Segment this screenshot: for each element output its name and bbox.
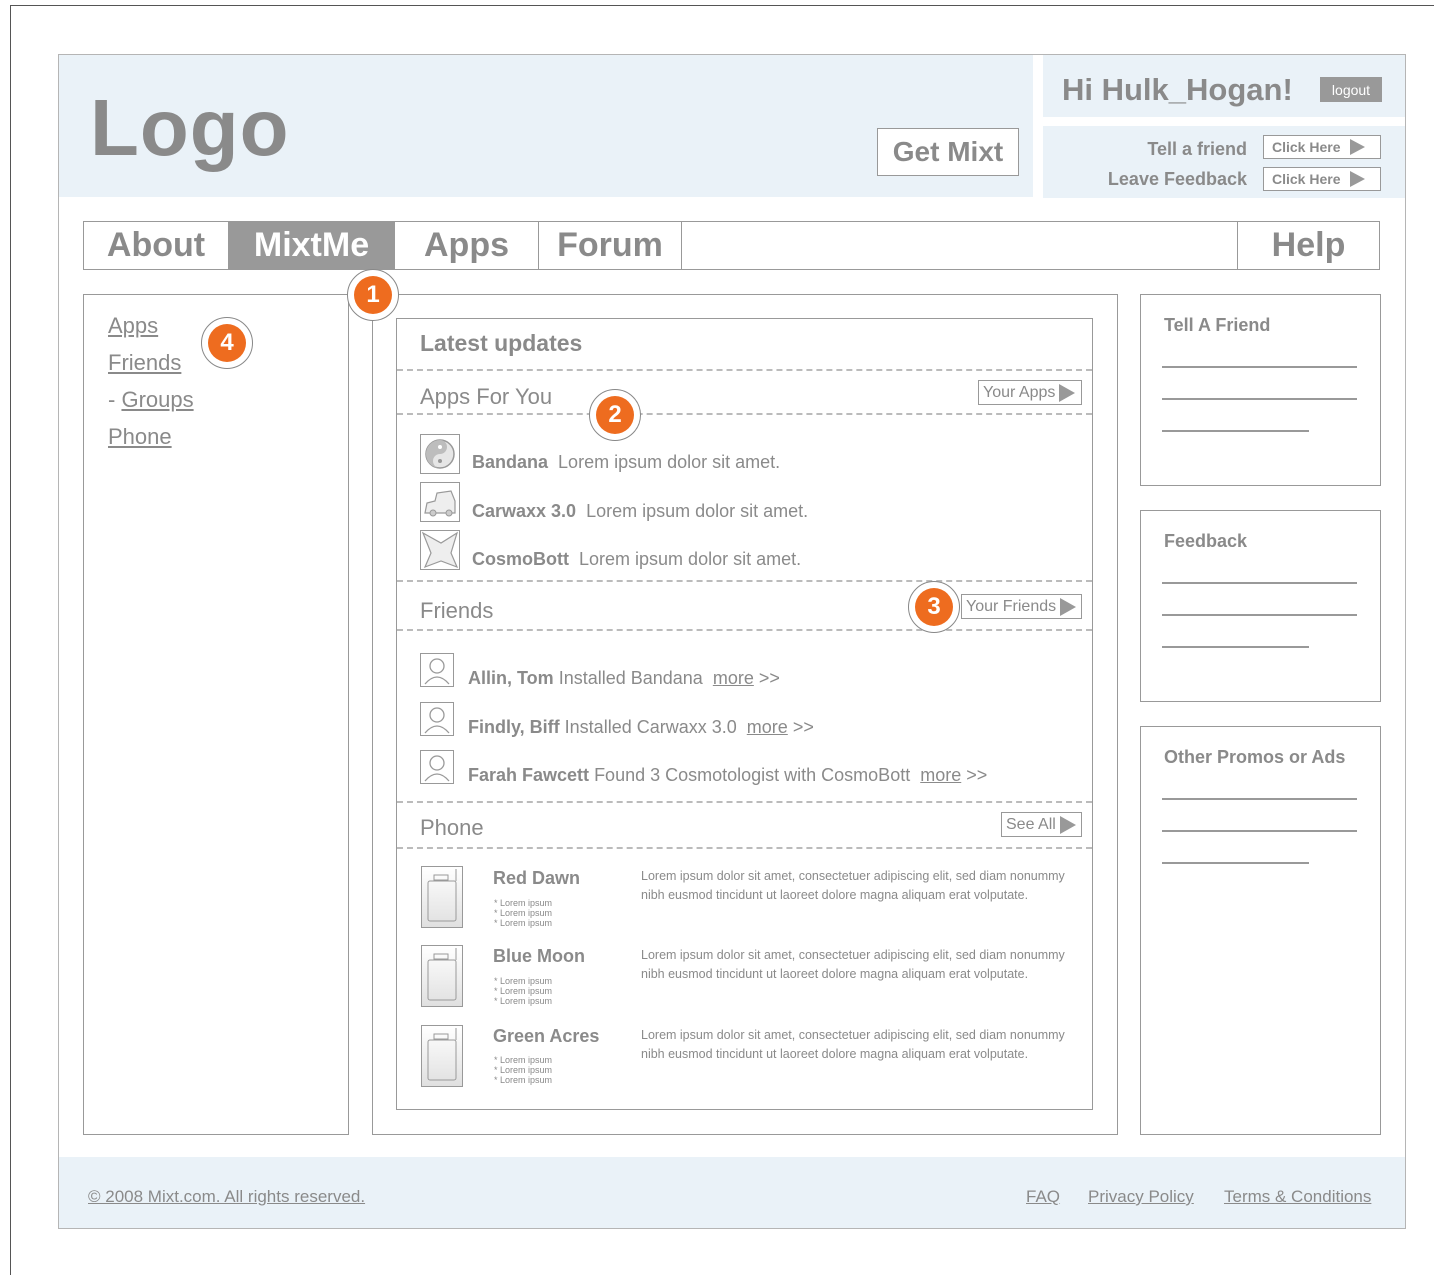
privacy-policy-link[interactable]: Privacy Policy: [1088, 1187, 1194, 1207]
phone-feature: * Lorem ipsum: [494, 898, 553, 908]
faq-link[interactable]: FAQ: [1026, 1187, 1060, 1207]
divider: [397, 580, 1092, 582]
app-row[interactable]: Bandana Lorem ipsum dolor sit amet.: [472, 452, 780, 473]
friend-activity-row: Farah Fawcett Found 3 Cosmotologist with…: [468, 765, 988, 785]
logo[interactable]: Logo: [90, 88, 289, 168]
phone-feature: * Lorem ipsum: [494, 918, 553, 928]
arrow-right-icon: [1060, 597, 1077, 616]
app-row[interactable]: CosmoBott Lorem ipsum dolor sit amet.: [472, 549, 801, 570]
user-avatar-icon: [420, 750, 454, 784]
click-here-label: Click Here: [1272, 139, 1341, 155]
arrow-right-icon: [1059, 383, 1076, 402]
tab-mixtme[interactable]: MixtMe: [229, 222, 394, 269]
phone-feature: * Lorem ipsum: [494, 996, 553, 1006]
divider: [397, 801, 1092, 803]
phone-description: Lorem ipsum dolor sit amet, consectetuer…: [641, 1028, 1065, 1061]
divider: [397, 847, 1092, 849]
your-apps-label: Your Apps: [983, 383, 1056, 401]
more-link[interactable]: more: [920, 765, 961, 785]
promos-title: Other Promos or Ads: [1164, 747, 1346, 767]
phone-feature: * Lorem ipsum: [494, 1065, 553, 1075]
annotation-marker: 1: [347, 269, 399, 321]
phone-icon: [421, 1025, 463, 1087]
left-sidebar: [83, 294, 349, 1135]
phone-name[interactable]: Green Acres: [493, 1026, 599, 1047]
arrow-right-icon: [1350, 139, 1366, 155]
nav-divider: [681, 222, 682, 269]
friend-activity-row: Findly, Biff Installed Carwaxx 3.0 more …: [468, 717, 814, 737]
divider: [397, 369, 1092, 371]
leave-feedback-label: Leave Feedback: [1107, 169, 1247, 189]
your-apps-button[interactable]: Your Apps: [978, 380, 1082, 405]
click-here-label: Click Here: [1272, 171, 1341, 187]
phone-name[interactable]: Red Dawn: [493, 868, 580, 889]
copyright-link[interactable]: © 2008 Mixt.com. All rights reserved.: [88, 1187, 365, 1207]
annotation-marker: 2: [589, 389, 641, 441]
phone-feature: * Lorem ipsum: [494, 1075, 553, 1085]
phone-icon: [421, 945, 463, 1007]
phone-icon: [421, 866, 463, 928]
car-icon: [420, 482, 460, 522]
placeholder-line: [1162, 582, 1357, 584]
annotation-marker: 3: [908, 581, 960, 633]
phone-description: Lorem ipsum dolor sit amet, consectetuer…: [641, 869, 1065, 902]
phone-description: Lorem ipsum dolor sit amet, consectetuer…: [641, 948, 1065, 981]
placeholder-line: [1162, 862, 1309, 864]
left-link-phone[interactable]: Phone: [108, 424, 172, 450]
left-link-groups[interactable]: - Groups: [108, 387, 194, 413]
more-link[interactable]: more: [713, 668, 754, 688]
friend-activity-row: Allin, Tom Installed Bandana more >>: [468, 668, 780, 688]
tab-apps[interactable]: Apps: [395, 222, 538, 269]
user-avatar-icon: [420, 653, 454, 687]
leave-feedback-button[interactable]: Click Here: [1263, 167, 1381, 191]
promos-box: [1140, 726, 1381, 1135]
feedback-title: Feedback: [1164, 531, 1248, 551]
your-friends-label: Your Friends: [966, 597, 1057, 615]
tab-help[interactable]: Help: [1238, 222, 1379, 269]
app-row[interactable]: Carwaxx 3.0 Lorem ipsum dolor sit amet.: [472, 501, 808, 522]
placeholder-line: [1162, 430, 1309, 432]
tell-a-friend-button[interactable]: Click Here: [1263, 135, 1381, 159]
placeholder-line: [1162, 798, 1357, 800]
more-link[interactable]: more: [747, 717, 788, 737]
star-icon: [420, 530, 460, 570]
placeholder-line: [1162, 646, 1309, 648]
friends-section-title: Friends: [420, 598, 494, 623]
tab-forum[interactable]: Forum: [539, 222, 681, 269]
tell-a-friend-title: Tell A Friend: [1164, 315, 1271, 335]
placeholder-line: [1162, 830, 1357, 832]
tab-about[interactable]: About: [84, 222, 228, 269]
phone-feature: * Lorem ipsum: [494, 986, 553, 996]
see-all-button[interactable]: See All: [1001, 812, 1082, 837]
main-nav: About MixtMe Apps Forum Help: [83, 221, 1380, 270]
arrow-right-icon: [1350, 171, 1366, 187]
phone-feature: * Lorem ipsum: [494, 976, 553, 986]
logout-button[interactable]: logout: [1320, 77, 1382, 102]
phone-name[interactable]: Blue Moon: [493, 946, 585, 967]
yin-yang-icon: [420, 434, 460, 474]
arrow-right-icon: [1059, 815, 1076, 834]
divider: [397, 629, 1092, 631]
left-link-friends[interactable]: Friends: [108, 350, 181, 376]
tell-a-friend-label: Tell a friend: [1147, 139, 1247, 159]
user-avatar-icon: [420, 702, 454, 736]
greeting-text: Hi Hulk_Hogan!: [1062, 72, 1293, 107]
updates-title: Latest updates: [420, 330, 583, 356]
annotation-marker: 4: [201, 317, 253, 369]
see-all-label: See All: [1006, 815, 1056, 833]
phone-section-title: Phone: [420, 815, 484, 840]
placeholder-line: [1162, 614, 1357, 616]
terms-link[interactable]: Terms & Conditions: [1224, 1187, 1371, 1207]
apps-section-title: Apps For You: [420, 384, 553, 409]
phone-feature: * Lorem ipsum: [494, 908, 553, 918]
divider: [397, 413, 1092, 415]
left-link-apps[interactable]: Apps: [108, 313, 158, 339]
phone-feature: * Lorem ipsum: [494, 1055, 553, 1065]
placeholder-line: [1162, 398, 1357, 400]
your-friends-button[interactable]: Your Friends: [961, 594, 1082, 619]
placeholder-line: [1162, 366, 1357, 368]
